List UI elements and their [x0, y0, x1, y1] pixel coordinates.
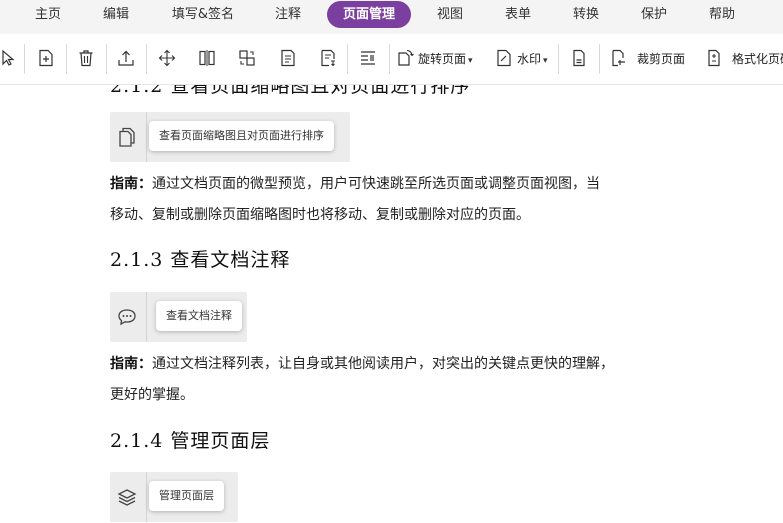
text-align-icon[interactable]: [354, 43, 382, 73]
menu-bar: 主页 编辑 填写&签名 注释 页面管理 视图 表单 转换 保护 帮助: [0, 0, 783, 34]
menu-protect[interactable]: 保护: [634, 0, 674, 30]
format-page-number-button[interactable]: 格式化页码: [703, 43, 783, 73]
rotate-page-button[interactable]: 旋转页面 ▾: [396, 43, 480, 73]
toolbar-separator: [106, 44, 107, 74]
guide-paragraph-1: 指南：通过文档页面的微型预览，用户可快速跳至所选页面或调整页面视图，当 移动、复…: [110, 169, 600, 231]
reverse-page-icon[interactable]: [314, 43, 342, 73]
tool-hint-comments: 查看文档注释: [110, 292, 247, 342]
guide-label: 指南：: [110, 176, 152, 192]
guide-text-line: 通过文档注释列表，让自身或其他阅读用户，对突出的关键点更快的理解，: [152, 356, 614, 372]
tooltip-bubble: 查看页面缩略图且对页面进行排序: [149, 121, 334, 151]
guide-text-line: 移动、复制或删除页面缩略图时也将移动、复制或删除对应的页面。: [110, 207, 530, 223]
select-arrow-icon[interactable]: [0, 43, 22, 73]
layers-icon: [110, 472, 144, 522]
menu-home[interactable]: 主页: [28, 0, 68, 30]
toolbar-separator: [24, 44, 25, 74]
toolbar: 旋转页面▾ 水印▾ 裁剪页面 格式化页码: [0, 34, 783, 85]
toolbar-separator: [66, 44, 67, 74]
toolbar-separator: [599, 44, 600, 74]
toolbar-separator: [558, 44, 559, 74]
guide-label: 指南：: [110, 356, 152, 372]
tool-hint-thumbnails: 查看页面缩略图且对页面进行排序: [110, 112, 350, 162]
toolbar-separator: [389, 44, 390, 74]
watermark-button[interactable]: 水印 ▾: [495, 43, 553, 73]
widget-divider: [146, 472, 147, 522]
menu-edit[interactable]: 编辑: [96, 0, 136, 30]
section-heading-cut: 2.1.2 查看页面缩略图且对页面进行排序: [110, 85, 471, 97]
rotate-page-label: 旋转页面: [418, 52, 467, 66]
header-footer-icon[interactable]: [565, 43, 593, 73]
format-page-number-label: 格式化页码: [732, 52, 783, 66]
tooltip-bubble: 查看文档注释: [156, 301, 242, 331]
watermark-icon: [495, 49, 513, 71]
split-page-icon[interactable]: [193, 43, 221, 73]
tooltip-bubble: 管理页面层: [149, 481, 224, 511]
crop-page-button[interactable]: 裁剪页面: [607, 43, 689, 73]
guide-paragraph-2: 指南：通过文档注释列表，让自身或其他阅读用户，对突出的关键点更快的理解， 更好的…: [110, 349, 614, 411]
guide-text-line: 通过文档页面的微型预览，用户可快速跳至所选页面或调整页面视图，当: [152, 176, 600, 192]
tool-hint-layers: 管理页面层: [110, 472, 238, 522]
menu-help[interactable]: 帮助: [702, 0, 742, 30]
menu-form[interactable]: 表单: [498, 0, 538, 30]
chevron-down-icon: ▾: [543, 56, 548, 66]
comment-icon: [110, 292, 144, 342]
pages-icon: [110, 112, 144, 162]
page-layout-icon[interactable]: [274, 43, 302, 73]
menu-convert[interactable]: 转换: [566, 0, 606, 30]
crop-page-icon: [609, 49, 627, 71]
page-number-icon: [705, 49, 723, 71]
document-view[interactable]: 2.1.2 查看页面缩略图且对页面进行排序 查看页面缩略图且对页面进行排序 指南…: [0, 85, 783, 523]
guide-text-line: 更好的掌握。: [110, 387, 194, 403]
replace-page-icon[interactable]: [233, 43, 261, 73]
menu-view[interactable]: 视图: [430, 0, 470, 30]
menu-fill-sign[interactable]: 填写&签名: [162, 0, 244, 30]
move-page-icon[interactable]: [153, 43, 181, 73]
crop-page-label: 裁剪页面: [637, 52, 686, 66]
widget-divider: [146, 292, 147, 342]
delete-page-icon[interactable]: [72, 43, 100, 73]
toolbar-separator: [146, 44, 147, 74]
section-heading-2-1-3: 2.1.3 查看文档注释: [110, 249, 291, 271]
rotate-page-icon: [396, 49, 414, 71]
insert-page-icon[interactable]: [32, 43, 60, 73]
menu-annotate[interactable]: 注释: [268, 0, 308, 30]
menu-page-manage[interactable]: 页面管理: [327, 1, 411, 28]
extract-page-icon[interactable]: [112, 43, 140, 73]
widget-divider: [146, 112, 147, 162]
toolbar-separator: [347, 44, 348, 74]
chevron-down-icon: ▾: [468, 56, 473, 66]
section-heading-2-1-4: 2.1.4 管理页面层: [110, 430, 271, 452]
watermark-label: 水印: [517, 52, 542, 66]
